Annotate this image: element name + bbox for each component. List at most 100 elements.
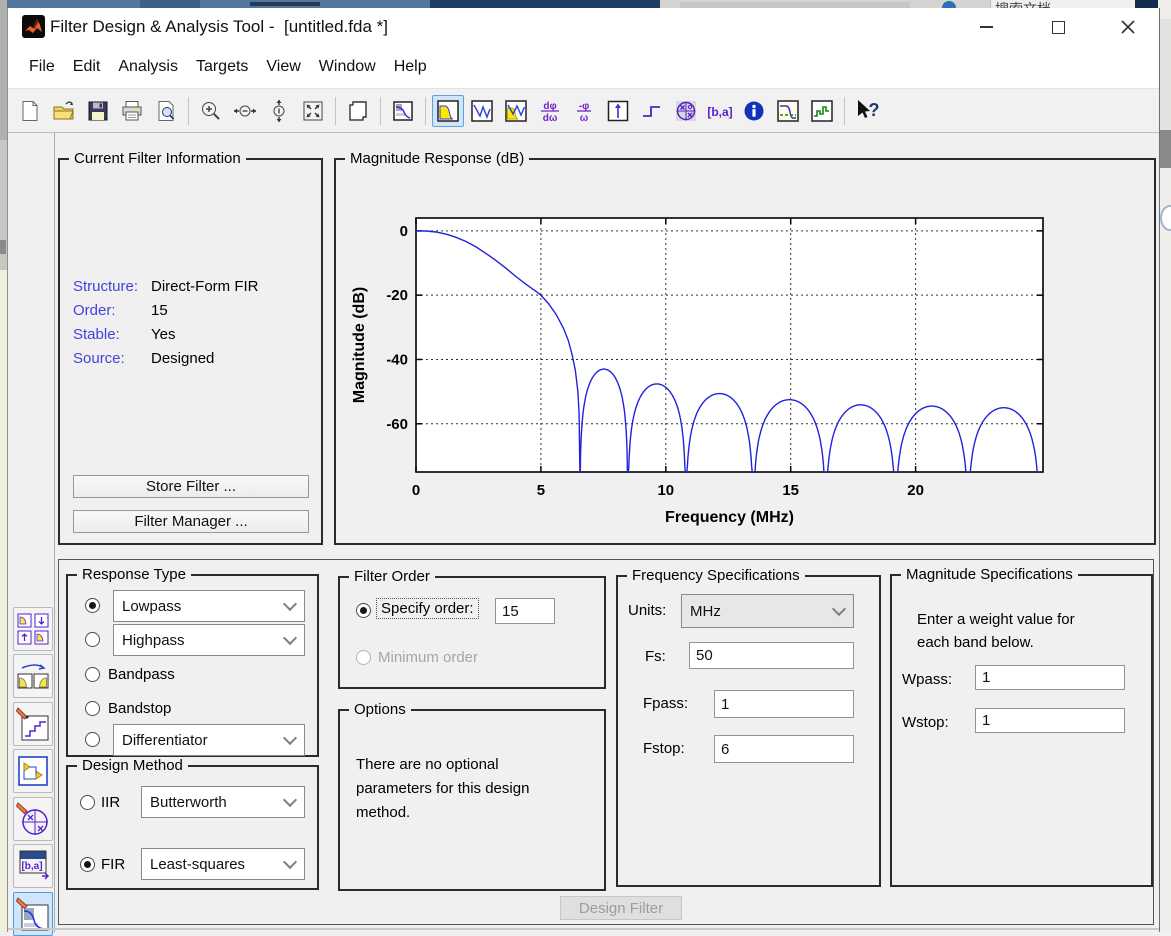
source-label: Source: [73,350,125,367]
bandpass-radio[interactable] [85,667,100,682]
group-delay-response-button[interactable]: dφ dω [534,95,566,127]
svg-text:ω: ω [580,113,589,124]
frequency-specs-title: Frequency Specifications [627,567,805,584]
save-session-button[interactable] [82,95,114,127]
iir-method-value: Butterworth [150,794,227,811]
full-view-button[interactable] [297,95,329,127]
content-area: [b,a] Current Filter Information Structu… [8,133,1159,932]
side-panel-bar: [b,a] [8,133,55,932]
sidebar-item-filter-transformations[interactable] [13,654,53,698]
close-button[interactable] [1105,8,1151,46]
fir-method-value: Least-squares [150,856,245,873]
sidebar-item-realize-model[interactable] [13,749,53,793]
maximize-button[interactable] [1035,8,1081,46]
print-to-figure-button[interactable] [342,95,374,127]
menu-view[interactable]: View [257,54,309,80]
open-session-button[interactable] [48,95,80,127]
sidebar-item-pole-zero-editor[interactable] [13,797,53,841]
filter-specifications-icon [391,99,415,123]
magnitude-response-icon [436,99,460,123]
round-off-noise-power-button[interactable] [806,95,838,127]
minimum-order-label: Minimum order [378,649,478,666]
fs-label: Fs: [645,648,666,665]
differentiator-select[interactable]: Differentiator [113,724,305,756]
chevron-down-icon [283,631,297,645]
lowpass-radio[interactable] [85,598,100,613]
bandstop-radio[interactable] [85,701,100,716]
new-file-icon [18,99,42,123]
menu-file[interactable]: File [20,54,64,80]
specify-order-input[interactable] [495,598,555,624]
sidebar-item-set-quantization-parameters[interactable] [13,702,53,746]
wpass-input[interactable] [975,665,1125,690]
print-preview-button[interactable] [150,95,182,127]
order-value: 15 [151,302,168,319]
svg-text:15: 15 [782,482,799,499]
impulse-response-button[interactable] [602,95,634,127]
magnitude-specs-group: Magnitude Specifications Enter a weight … [890,574,1153,887]
fs-input[interactable] [689,642,854,669]
minimum-order-radio[interactable] [356,650,371,665]
wstop-label: Wstop: [902,714,949,731]
pole-zero-icon [674,99,698,123]
menu-analysis[interactable]: Analysis [109,54,187,80]
zoom-in-button[interactable] [195,95,227,127]
store-filter-button[interactable]: Store Filter ... [73,475,309,498]
full-view-icon [301,99,325,123]
units-select[interactable]: MHz [681,594,854,628]
differentiator-radio[interactable] [85,732,100,747]
zoom-x-button[interactable] [229,95,261,127]
source-value: Designed [151,350,214,367]
magnitude-response-button[interactable] [432,95,464,127]
design-method-title: Design Method [77,757,188,774]
menu-targets[interactable]: Targets [187,54,257,80]
bandpass-label: Bandpass [108,666,175,683]
highpass-radio[interactable] [85,632,100,647]
iir-radio[interactable] [80,795,95,810]
iir-label: IIR [101,794,120,811]
filter-coefficients-button[interactable]: [b,a] [704,95,736,127]
toolbar-separator [380,97,381,125]
menu-window[interactable]: Window [310,54,385,80]
wstop-input[interactable] [975,708,1125,733]
highpass-select[interactable]: Highpass [113,624,305,656]
response-type-group: Response Type Lowpass Highpass Bandpass … [66,574,319,757]
minimize-button[interactable] [963,8,1009,46]
bandstop-label: Bandstop [108,700,171,717]
noise-psd-icon [810,99,834,123]
options-text: There are no optional parameters for thi… [356,753,574,825]
specify-order-radio[interactable] [356,603,371,618]
menu-edit[interactable]: Edit [64,54,110,80]
import-filter-icon: [b,a] [16,848,50,884]
units-label: Units: [628,602,666,619]
fstop-input[interactable] [714,735,854,763]
phase-delay-response-button[interactable]: -φ ω [568,95,600,127]
step-response-button[interactable] [636,95,668,127]
iir-method-select[interactable]: Butterworth [141,786,305,818]
filter-manager-button[interactable]: Filter Manager ... [73,510,309,533]
filter-specifications-button[interactable] [387,95,419,127]
magnitude-estimate-icon [776,99,800,123]
print-button[interactable] [116,95,148,127]
current-filter-info-panel: Current Filter Information Structure: Di… [58,158,323,545]
fir-radio[interactable] [80,857,95,872]
magnitude-and-phase-response-button[interactable] [500,95,532,127]
screen: 搜索文档 Filter Design & Analysis Tool - [un… [0,0,1171,932]
phase-response-button[interactable] [466,95,498,127]
new-session-button[interactable] [14,95,46,127]
sidebar-item-create-multirate-filter[interactable] [13,607,53,651]
design-filter-button[interactable]: Design Filter [560,896,682,920]
fpass-input[interactable] [714,690,854,718]
fir-method-select[interactable]: Least-squares [141,848,305,880]
menu-help[interactable]: Help [385,54,436,80]
filter-information-button[interactable] [738,95,770,127]
svg-text:-φ: -φ [579,101,589,112]
sidebar-item-import-filter[interactable]: [b,a] [13,844,53,888]
pole-zero-plot-button[interactable] [670,95,702,127]
lowpass-select[interactable]: Lowpass [113,590,305,622]
zoom-y-button[interactable] [263,95,295,127]
matlab-logo-icon [22,15,45,38]
context-help-button[interactable]: ? [851,95,883,127]
magnitude-response-estimate-button[interactable] [772,95,804,127]
wpass-label: Wpass: [902,671,952,688]
